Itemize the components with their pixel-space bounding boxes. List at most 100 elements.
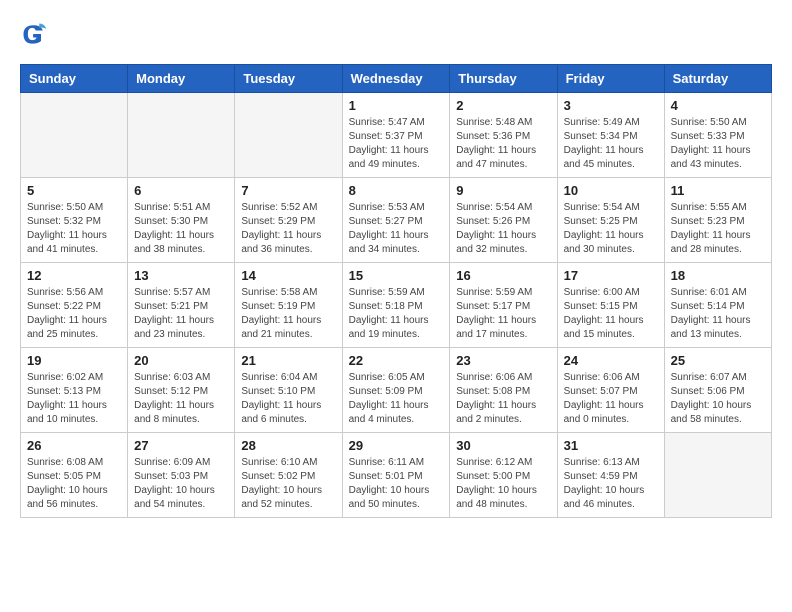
day-number: 22	[349, 353, 444, 368]
day-info: Sunrise: 5:56 AM Sunset: 5:22 PM Dayligh…	[27, 286, 121, 342]
day-number: 19	[27, 353, 121, 368]
day-info: Sunrise: 6:02 AM Sunset: 5:13 PM Dayligh…	[27, 371, 121, 427]
calendar-cell: 21 Sunrise: 6:04 AM Sunset: 5:10 PM Dayli…	[235, 348, 342, 433]
calendar-cell: 18 Sunrise: 6:01 AM Sunset: 5:14 PM Dayli…	[664, 263, 771, 348]
day-info: Sunrise: 5:51 AM Sunset: 5:30 PM Dayligh…	[134, 201, 228, 257]
calendar-cell: 20 Sunrise: 6:03 AM Sunset: 5:12 PM Dayli…	[128, 348, 235, 433]
day-info: Sunrise: 6:04 AM Sunset: 5:10 PM Dayligh…	[241, 371, 335, 427]
calendar-cell: 11Sunrise: 5:55 AM Sunset: 5:23 PM Dayli…	[664, 178, 771, 263]
day-info: Sunrise: 6:10 AM Sunset: 5:02 PM Dayligh…	[241, 456, 335, 512]
calendar-week-2: 5 Sunrise: 5:50 AM Sunset: 5:32 PM Daylig…	[21, 178, 772, 263]
day-info: Sunrise: 6:00 AM Sunset: 5:15 PM Dayligh…	[564, 286, 658, 342]
calendar-cell: 2Sunrise: 5:48 AM Sunset: 5:36 PM Daylig…	[450, 93, 557, 178]
day-number: 25	[671, 353, 765, 368]
day-info: Sunrise: 6:12 AM Sunset: 5:00 PM Dayligh…	[456, 456, 550, 512]
day-number: 10	[564, 183, 658, 198]
day-info: Sunrise: 6:09 AM Sunset: 5:03 PM Dayligh…	[134, 456, 228, 512]
calendar-table: SundayMondayTuesdayWednesdayThursdayFrid…	[20, 64, 772, 518]
day-number: 9	[456, 183, 550, 198]
day-info: Sunrise: 6:08 AM Sunset: 5:05 PM Dayligh…	[27, 456, 121, 512]
calendar-cell: 24 Sunrise: 6:06 AM Sunset: 5:07 PM Dayli…	[557, 348, 664, 433]
day-number: 3	[564, 98, 658, 113]
day-info: Sunrise: 5:57 AM Sunset: 5:21 PM Dayligh…	[134, 286, 228, 342]
day-info: Sunrise: 5:55 AM Sunset: 5:23 PM Dayligh…	[671, 201, 765, 257]
weekday-header-saturday: Saturday	[664, 65, 771, 93]
calendar-cell: 30 Sunrise: 6:12 AM Sunset: 5:00 PM Dayli…	[450, 433, 557, 518]
weekday-header-tuesday: Tuesday	[235, 65, 342, 93]
day-number: 23	[456, 353, 550, 368]
calendar-cell: 13 Sunrise: 5:57 AM Sunset: 5:21 PM Dayli…	[128, 263, 235, 348]
day-number: 31	[564, 438, 658, 453]
day-number: 28	[241, 438, 335, 453]
calendar-cell: 27 Sunrise: 6:09 AM Sunset: 5:03 PM Dayli…	[128, 433, 235, 518]
day-info: Sunrise: 5:54 AM Sunset: 5:26 PM Dayligh…	[456, 201, 550, 257]
day-info: Sunrise: 6:11 AM Sunset: 5:01 PM Dayligh…	[349, 456, 444, 512]
day-number: 1	[349, 98, 444, 113]
day-number: 15	[349, 268, 444, 283]
day-number: 16	[456, 268, 550, 283]
calendar-cell: 8 Sunrise: 5:53 AM Sunset: 5:27 PM Daylig…	[342, 178, 450, 263]
calendar-cell: 4 Sunrise: 5:50 AM Sunset: 5:33 PM Daylig…	[664, 93, 771, 178]
day-info: Sunrise: 5:49 AM Sunset: 5:34 PM Dayligh…	[564, 116, 658, 172]
day-number: 18	[671, 268, 765, 283]
day-info: Sunrise: 5:52 AM Sunset: 5:29 PM Dayligh…	[241, 201, 335, 257]
day-info: Sunrise: 6:03 AM Sunset: 5:12 PM Dayligh…	[134, 371, 228, 427]
day-info: Sunrise: 6:06 AM Sunset: 5:07 PM Dayligh…	[564, 371, 658, 427]
day-number: 14	[241, 268, 335, 283]
calendar-cell	[128, 93, 235, 178]
calendar-week-3: 12 Sunrise: 5:56 AM Sunset: 5:22 PM Dayli…	[21, 263, 772, 348]
day-info: Sunrise: 5:50 AM Sunset: 5:32 PM Dayligh…	[27, 201, 121, 257]
day-info: Sunrise: 5:53 AM Sunset: 5:27 PM Dayligh…	[349, 201, 444, 257]
day-number: 27	[134, 438, 228, 453]
day-info: Sunrise: 5:50 AM Sunset: 5:33 PM Dayligh…	[671, 116, 765, 172]
calendar-cell: 6Sunrise: 5:51 AM Sunset: 5:30 PM Daylig…	[128, 178, 235, 263]
weekday-header-thursday: Thursday	[450, 65, 557, 93]
day-info: Sunrise: 6:13 AM Sunset: 4:59 PM Dayligh…	[564, 456, 658, 512]
day-number: 21	[241, 353, 335, 368]
day-info: Sunrise: 5:59 AM Sunset: 5:17 PM Dayligh…	[456, 286, 550, 342]
calendar-cell: 7Sunrise: 5:52 AM Sunset: 5:29 PM Daylig…	[235, 178, 342, 263]
day-info: Sunrise: 6:06 AM Sunset: 5:08 PM Dayligh…	[456, 371, 550, 427]
calendar-cell	[664, 433, 771, 518]
calendar-cell: 15 Sunrise: 5:59 AM Sunset: 5:18 PM Dayli…	[342, 263, 450, 348]
calendar-cell: 16 Sunrise: 5:59 AM Sunset: 5:17 PM Dayli…	[450, 263, 557, 348]
day-info: Sunrise: 5:47 AM Sunset: 5:37 PM Dayligh…	[349, 116, 444, 172]
day-info: Sunrise: 5:48 AM Sunset: 5:36 PM Dayligh…	[456, 116, 550, 172]
calendar-cell: 28 Sunrise: 6:10 AM Sunset: 5:02 PM Dayli…	[235, 433, 342, 518]
weekday-header-wednesday: Wednesday	[342, 65, 450, 93]
day-number: 17	[564, 268, 658, 283]
page-header	[20, 20, 772, 48]
weekday-header-sunday: Sunday	[21, 65, 128, 93]
day-number: 5	[27, 183, 121, 198]
calendar-cell: 31 Sunrise: 6:13 AM Sunset: 4:59 PM Dayli…	[557, 433, 664, 518]
calendar-cell: 25Sunrise: 6:07 AM Sunset: 5:06 PM Dayli…	[664, 348, 771, 433]
calendar-cell: 19 Sunrise: 6:02 AM Sunset: 5:13 PM Dayli…	[21, 348, 128, 433]
day-info: Sunrise: 5:58 AM Sunset: 5:19 PM Dayligh…	[241, 286, 335, 342]
day-number: 12	[27, 268, 121, 283]
calendar-week-5: 26 Sunrise: 6:08 AM Sunset: 5:05 PM Dayli…	[21, 433, 772, 518]
calendar-week-1: 1 Sunrise: 5:47 AM Sunset: 5:37 PM Daylig…	[21, 93, 772, 178]
calendar-cell: 10 Sunrise: 5:54 AM Sunset: 5:25 PM Dayli…	[557, 178, 664, 263]
day-number: 8	[349, 183, 444, 198]
weekday-header-row: SundayMondayTuesdayWednesdayThursdayFrid…	[21, 65, 772, 93]
day-number: 20	[134, 353, 228, 368]
calendar-cell: 9 Sunrise: 5:54 AM Sunset: 5:26 PM Daylig…	[450, 178, 557, 263]
calendar-cell	[235, 93, 342, 178]
logo-icon	[20, 20, 48, 48]
calendar-week-4: 19 Sunrise: 6:02 AM Sunset: 5:13 PM Dayli…	[21, 348, 772, 433]
day-info: Sunrise: 6:01 AM Sunset: 5:14 PM Dayligh…	[671, 286, 765, 342]
calendar-cell: 14 Sunrise: 5:58 AM Sunset: 5:19 PM Dayli…	[235, 263, 342, 348]
day-number: 13	[134, 268, 228, 283]
day-info: Sunrise: 6:05 AM Sunset: 5:09 PM Dayligh…	[349, 371, 444, 427]
calendar-cell: 1 Sunrise: 5:47 AM Sunset: 5:37 PM Daylig…	[342, 93, 450, 178]
day-info: Sunrise: 5:59 AM Sunset: 5:18 PM Dayligh…	[349, 286, 444, 342]
day-number: 26	[27, 438, 121, 453]
day-info: Sunrise: 5:54 AM Sunset: 5:25 PM Dayligh…	[564, 201, 658, 257]
calendar-cell: 26 Sunrise: 6:08 AM Sunset: 5:05 PM Dayli…	[21, 433, 128, 518]
calendar-cell: 23 Sunrise: 6:06 AM Sunset: 5:08 PM Dayli…	[450, 348, 557, 433]
day-number: 4	[671, 98, 765, 113]
weekday-header-monday: Monday	[128, 65, 235, 93]
day-number: 30	[456, 438, 550, 453]
day-number: 24	[564, 353, 658, 368]
calendar-cell: 29Sunrise: 6:11 AM Sunset: 5:01 PM Dayli…	[342, 433, 450, 518]
